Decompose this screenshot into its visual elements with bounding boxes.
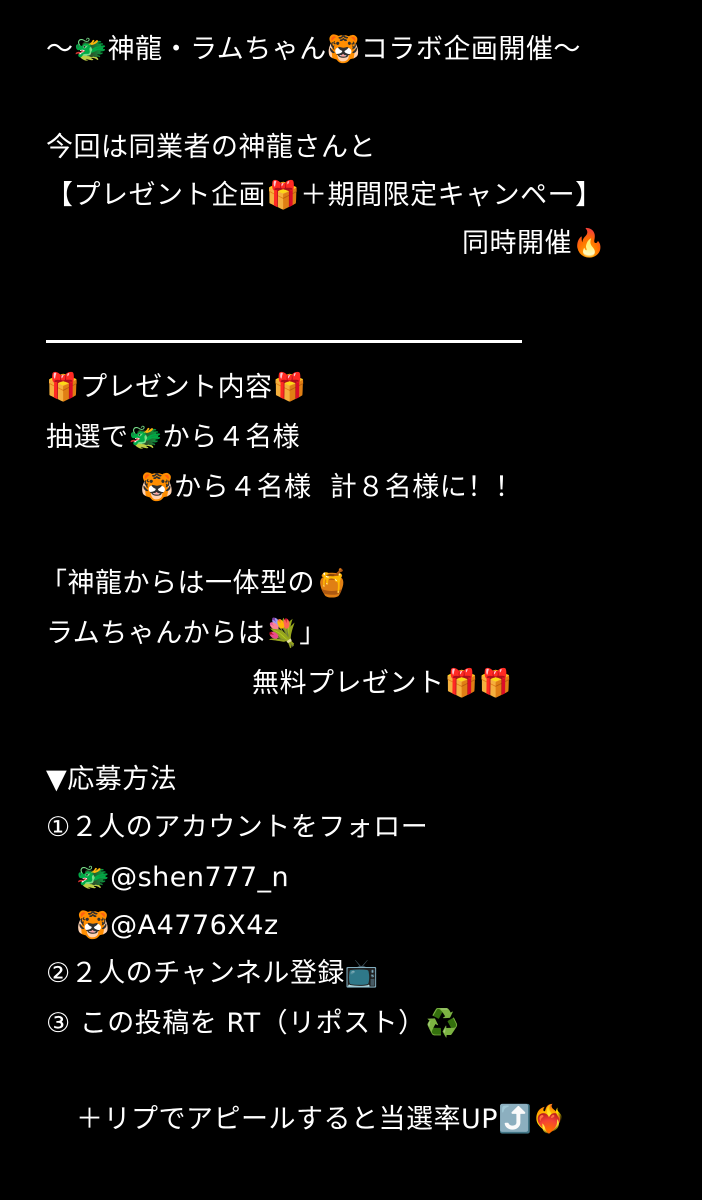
howto-header: ▼応募方法 bbox=[46, 764, 178, 795]
step-3: ③ この投稿を RT（リポスト）♻️ bbox=[46, 1008, 460, 1039]
gift-line-1: 「神龍からは一体型の🍯 bbox=[40, 568, 350, 599]
gift-line-3: 無料プレゼント🎁🎁 bbox=[252, 668, 513, 699]
step-1: ①２人のアカウントをフォロー bbox=[46, 812, 429, 843]
intro-line-1: 今回は同業者の神龍さんと bbox=[46, 132, 376, 163]
footer-line: ＋リプでアピールすると当選率UP⤴️❤️‍🔥 bbox=[76, 1104, 567, 1135]
present-line-1: 抽選で🐲から４名様 bbox=[46, 422, 301, 453]
intro-line-3: 同時開催🔥 bbox=[462, 228, 607, 259]
present-line-2: 🐯から４名様 計８名様に！！ bbox=[140, 472, 523, 503]
present-header: 🎁プレゼント内容🎁 bbox=[46, 372, 307, 403]
post-title: 〜🐲神龍・ラムちゃん🐯コラボ企画開催〜 bbox=[46, 34, 581, 65]
intro-line-2: 【プレゼント企画🎁＋期間限定キャンペー】 bbox=[46, 180, 603, 211]
gift-line-2: ラムちゃんからは💐」 bbox=[46, 618, 327, 649]
account-2-handle: 🐯@A4776X4z bbox=[76, 910, 279, 941]
post-image: 〜🐲神龍・ラムちゃん🐯コラボ企画開催〜 今回は同業者の神龍さんと 【プレゼント企… bbox=[0, 0, 702, 1200]
divider bbox=[46, 340, 522, 343]
step-2: ②２人のチャンネル登録📺 bbox=[46, 958, 380, 989]
account-1-handle: 🐲@shen777_n bbox=[76, 862, 290, 893]
